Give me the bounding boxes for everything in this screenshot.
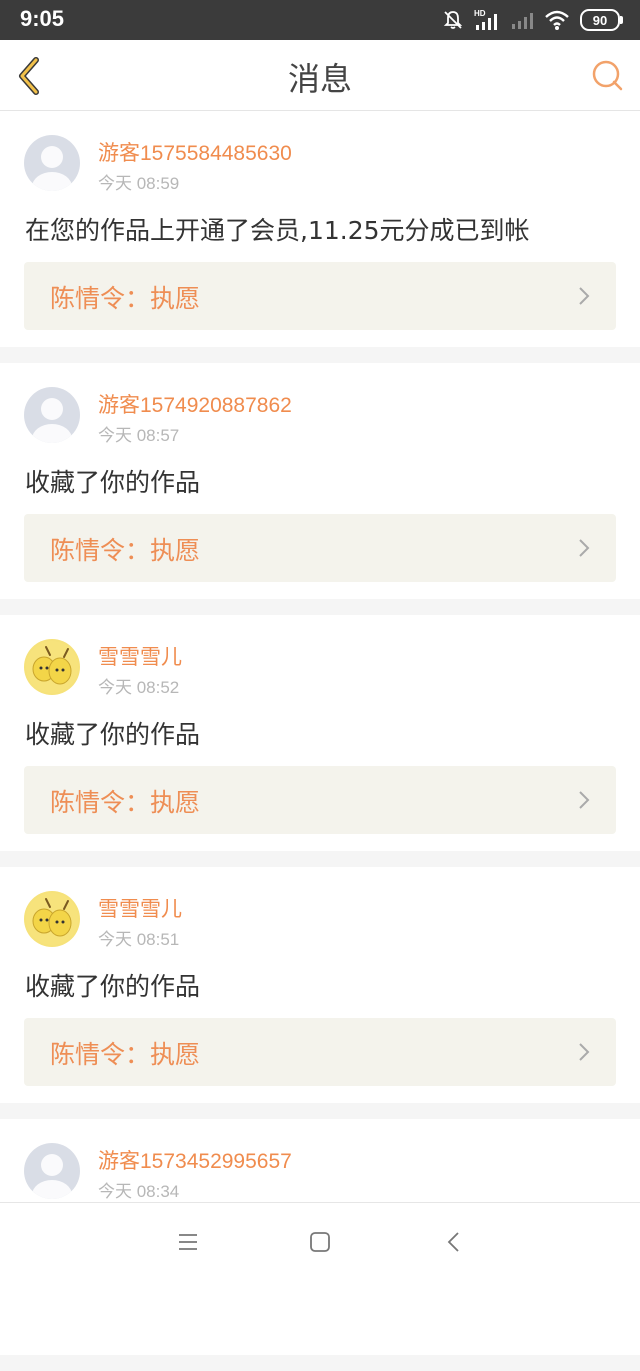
message-time: 今天 08:52 [98, 678, 180, 697]
avatar[interactable] [24, 135, 80, 191]
message-time: 今天 08:59 [98, 174, 180, 193]
username[interactable]: 游客1573452995657 [98, 1145, 292, 1175]
default-avatar-icon [32, 1154, 72, 1199]
work-link[interactable]: 陈情令：执愿 [24, 766, 616, 834]
svg-text:HD: HD [474, 9, 486, 18]
chevron-right-icon [579, 791, 590, 809]
battery-level: 90 [592, 12, 608, 28]
cartoon-avatar-icon [26, 641, 78, 693]
work-link[interactable]: 陈情令：执愿 [24, 1018, 616, 1086]
status-time: 9:05 [20, 6, 65, 31]
work-title: 陈情令：执愿 [50, 788, 201, 817]
home-icon[interactable] [307, 1229, 333, 1255]
search-icon[interactable] [590, 58, 624, 92]
avatar[interactable] [24, 891, 80, 947]
cartoon-avatar-icon [26, 893, 78, 945]
battery-icon: 90 [580, 9, 623, 31]
default-avatar-icon [32, 146, 72, 191]
message-text: 收藏了你的作品 [25, 972, 201, 1001]
message-time: 今天 08:51 [98, 930, 180, 949]
avatar[interactable] [24, 1143, 80, 1199]
header: 消息 [0, 40, 640, 111]
username[interactable]: 游客1574920887862 [98, 389, 292, 419]
wifi-icon [545, 10, 569, 30]
chevron-right-icon [579, 287, 590, 305]
chevron-right-icon [579, 1043, 590, 1061]
message-text: 在您的作品上开通了会员,11.25元分成已到帐 [25, 216, 530, 245]
default-avatar-icon [32, 398, 72, 443]
status-icons: HD 90 [442, 6, 623, 34]
menu-icon[interactable] [175, 1229, 201, 1255]
message-list[interactable]: 游客1575584485630 今天 08:59 在您的作品上开通了会员,11.… [0, 111, 640, 1371]
work-link[interactable]: 陈情令：执愿 [24, 262, 616, 330]
message-text: 收藏了你的作品 [25, 468, 201, 497]
system-nav-bar [0, 1202, 640, 1281]
work-link[interactable]: 陈情令：执愿 [24, 514, 616, 582]
hd-signal-icon: HD [474, 9, 497, 30]
bell-off-icon [443, 11, 463, 29]
message-card: 雪雪雪儿 今天 08:52 收藏了你的作品 陈情令：执愿 [0, 615, 640, 851]
message-time: 今天 08:34 [98, 1182, 180, 1201]
signal-icon [512, 13, 533, 29]
username[interactable]: 游客1575584485630 [98, 137, 292, 167]
back-icon[interactable] [441, 1229, 467, 1255]
status-bar: 9:05 HD 90 [0, 0, 640, 40]
message-card: 雪雪雪儿 今天 08:51 收藏了你的作品 陈情令：执愿 [0, 867, 640, 1103]
work-title: 陈情令：执愿 [50, 1040, 201, 1069]
message-card: 游客1575584485630 今天 08:59 在您的作品上开通了会员,11.… [0, 111, 640, 347]
avatar[interactable] [24, 387, 80, 443]
username[interactable]: 雪雪雪儿 [98, 893, 182, 923]
message-time: 今天 08:57 [98, 426, 180, 445]
work-title: 陈情令：执愿 [50, 284, 201, 313]
work-title: 陈情令：执愿 [50, 536, 201, 565]
username[interactable]: 雪雪雪儿 [98, 641, 182, 671]
page-title: 消息 [287, 60, 352, 98]
message-card: 游客1574920887862 今天 08:57 收藏了你的作品 陈情令：执愿 [0, 363, 640, 599]
chevron-right-icon [579, 539, 590, 557]
avatar[interactable] [24, 639, 80, 695]
message-text: 收藏了你的作品 [25, 720, 201, 749]
